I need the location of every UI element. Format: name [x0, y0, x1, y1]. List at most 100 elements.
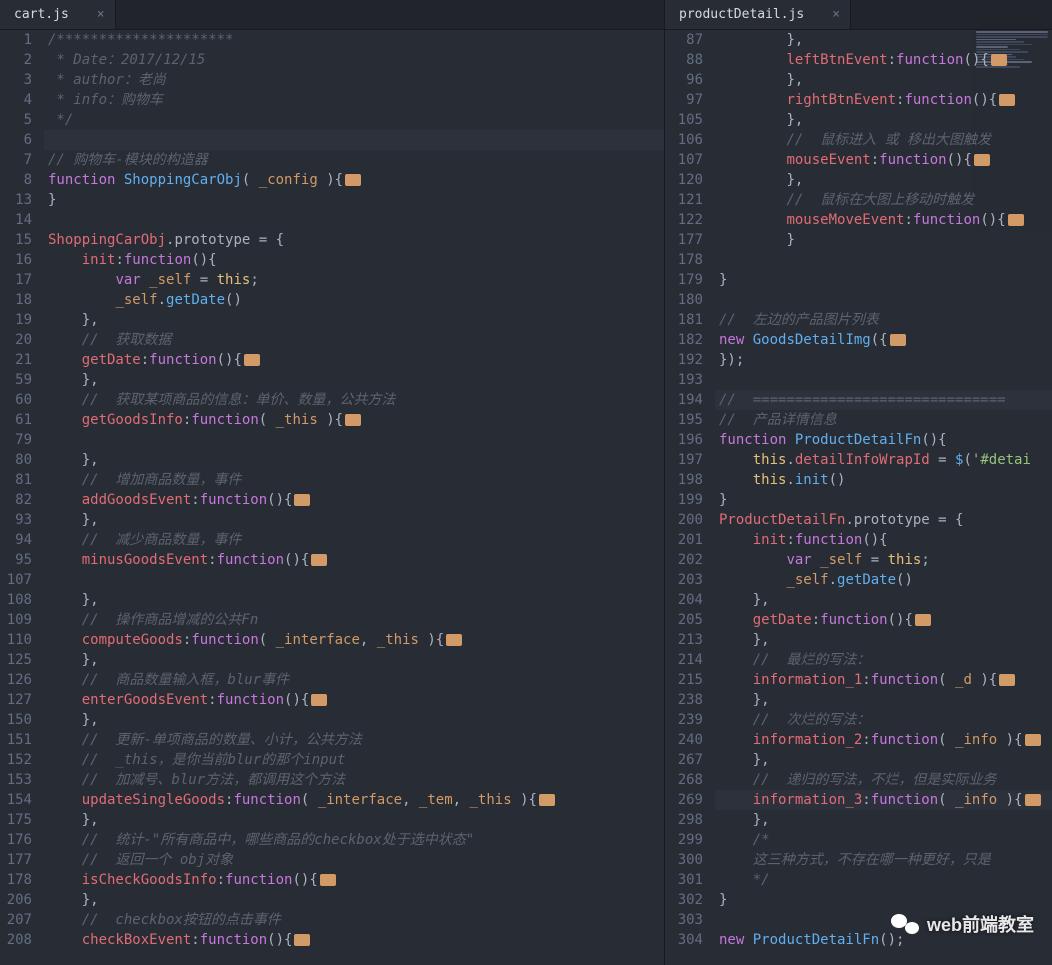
code-line[interactable]: computeGoods:function( _interface, _this… [44, 630, 664, 650]
code-line[interactable]: init:function(){ [715, 530, 1052, 550]
code-line[interactable]: }, [44, 370, 664, 390]
code-line[interactable]: }, [715, 30, 1052, 50]
code-line[interactable]: init:function(){ [44, 250, 664, 270]
code-line[interactable]: mouseEvent:function(){ [715, 150, 1052, 170]
left-code-area[interactable]: 1234567813141516171819202159606179808182… [0, 30, 664, 965]
code-line[interactable]: }, [715, 70, 1052, 90]
right-code-area[interactable]: 8788969710510610712012112217717817918018… [665, 30, 1052, 965]
code-line[interactable]: // 返回一个 obj对象 [44, 850, 664, 870]
tab-product-detail-js[interactable]: productDetail.js × [665, 0, 851, 29]
code-line[interactable]: mouseMoveEvent:function(){ [715, 210, 1052, 230]
close-icon[interactable]: × [97, 7, 105, 22]
code-line[interactable]: updateSingleGoods:function( _interface, … [44, 790, 664, 810]
code-line[interactable]: // 获取某项商品的信息：单价、数量，公共方法 [44, 390, 664, 410]
code-line[interactable]: rightBtnEvent:function(){ [715, 90, 1052, 110]
code-line[interactable]: }, [715, 690, 1052, 710]
code-line[interactable]: // 减少商品数量，事件 [44, 530, 664, 550]
code-line[interactable]: new GoodsDetailImg({ [715, 330, 1052, 350]
code-line[interactable]: } [715, 490, 1052, 510]
code-line[interactable]: getDate:function(){ [44, 350, 664, 370]
code-line[interactable]: }, [44, 510, 664, 530]
code-line[interactable]: information_2:function( _info ){ [715, 730, 1052, 750]
code-line[interactable]: } [715, 890, 1052, 910]
code-line[interactable]: }, [44, 310, 664, 330]
code-line[interactable]: // checkbox按钮的点击事件 [44, 910, 664, 930]
code-line[interactable]: }); [715, 350, 1052, 370]
code-line[interactable]: // 操作商品增减的公共Fn [44, 610, 664, 630]
code-line[interactable]: addGoodsEvent:function(){ [44, 490, 664, 510]
code-line[interactable]: // 增加商品数量，事件 [44, 470, 664, 490]
code-line[interactable] [715, 250, 1052, 270]
code-line[interactable]: * author：老尚 [44, 70, 664, 90]
code-line[interactable]: function ProductDetailFn(){ [715, 430, 1052, 450]
close-icon[interactable]: × [832, 7, 840, 22]
code-line[interactable]: }, [715, 630, 1052, 650]
code-line[interactable] [715, 290, 1052, 310]
code-line[interactable]: }, [715, 170, 1052, 190]
code-line[interactable]: // 鼠标进入 或 移出大图触发 [715, 130, 1052, 150]
code-line[interactable]: var _self = this; [715, 550, 1052, 570]
code-line[interactable]: }, [44, 450, 664, 470]
code-line[interactable]: // 递归的写法，不烂，但是实际业务 [715, 770, 1052, 790]
code-line[interactable]: }, [715, 590, 1052, 610]
code-line[interactable]: information_1:function( _d ){ [715, 670, 1052, 690]
code-line[interactable]: // 左边的产品图片列表 [715, 310, 1052, 330]
code-line[interactable]: this.init() [715, 470, 1052, 490]
code-line[interactable]: // 次烂的写法： [715, 710, 1052, 730]
code-line[interactable]: // 更新-单项商品的数量、小计，公共方法 [44, 730, 664, 750]
code-line[interactable]: // _this，是你当前blur的那个input [44, 750, 664, 770]
code-line[interactable]: /********************* [44, 30, 664, 50]
code-line[interactable]: }, [44, 810, 664, 830]
code-line[interactable] [44, 430, 664, 450]
code-line[interactable]: ShoppingCarObj.prototype = { [44, 230, 664, 250]
code-line[interactable]: leftBtnEvent:function(){ [715, 50, 1052, 70]
code-line[interactable]: getGoodsInfo:function( _this ){ [44, 410, 664, 430]
code-line[interactable] [44, 210, 664, 230]
code-line[interactable]: }, [44, 890, 664, 910]
code-line[interactable]: // 商品数量输入框，blur事件 [44, 670, 664, 690]
code-line[interactable]: function ShoppingCarObj( _config ){ [44, 170, 664, 190]
code-line[interactable]: // 产品详情信息 [715, 410, 1052, 430]
right-code[interactable]: }, leftBtnEvent:function(){ }, rightBtnE… [715, 30, 1052, 965]
left-code[interactable]: /********************* * Date：2017/12/15… [44, 30, 664, 965]
code-line[interactable]: // 统计-"所有商品中，哪些商品的checkbox处于选中状态" [44, 830, 664, 850]
code-line[interactable]: isCheckGoodsInfo:function(){ [44, 870, 664, 890]
code-line[interactable]: // ============================== [715, 390, 1052, 410]
code-line[interactable]: */ [715, 870, 1052, 890]
code-line[interactable]: minusGoodsEvent:function(){ [44, 550, 664, 570]
line-number: 109 [0, 610, 32, 630]
code-line[interactable]: getDate:function(){ [715, 610, 1052, 630]
code-line[interactable]: }, [715, 750, 1052, 770]
code-line[interactable]: }, [715, 810, 1052, 830]
code-line[interactable]: }, [44, 710, 664, 730]
code-line[interactable]: }, [44, 650, 664, 670]
code-line[interactable]: * Date：2017/12/15 [44, 50, 664, 70]
code-line[interactable]: this.detailInfoWrapId = $('#detai [715, 450, 1052, 470]
code-line[interactable]: information_3:function( _info ){ [715, 790, 1052, 810]
code-line[interactable]: enterGoodsEvent:function(){ [44, 690, 664, 710]
code-line[interactable]: _self.getDate() [44, 290, 664, 310]
code-line[interactable]: } [44, 190, 664, 210]
code-line[interactable]: * info：购物车 [44, 90, 664, 110]
code-line[interactable]: } [715, 230, 1052, 250]
code-line[interactable]: // 鼠标在大图上移动时触发 [715, 190, 1052, 210]
code-line[interactable]: // 获取数据 [44, 330, 664, 350]
tab-cart-js[interactable]: cart.js × [0, 0, 116, 29]
code-line[interactable] [44, 130, 664, 150]
code-line[interactable]: var _self = this; [44, 270, 664, 290]
code-line[interactable]: }, [44, 590, 664, 610]
code-line[interactable]: ProductDetailFn.prototype = { [715, 510, 1052, 530]
code-line[interactable] [715, 370, 1052, 390]
code-line[interactable]: checkBoxEvent:function(){ [44, 930, 664, 950]
code-line[interactable]: // 购物车-模块的构造器 [44, 150, 664, 170]
code-line[interactable]: 这三种方式，不存在哪一种更好，只是 [715, 850, 1052, 870]
code-line[interactable]: }, [715, 110, 1052, 130]
code-line[interactable]: /* [715, 830, 1052, 850]
code-line[interactable] [44, 570, 664, 590]
code-line[interactable]: */ [44, 110, 664, 130]
code-line[interactable]: _self.getDate() [715, 570, 1052, 590]
code-line[interactable]: // 最烂的写法： [715, 650, 1052, 670]
code-line[interactable]: // 加减号、blur方法，都调用这个方法 [44, 770, 664, 790]
code-line[interactable]: } [715, 270, 1052, 290]
line-number: 14 [0, 210, 32, 230]
